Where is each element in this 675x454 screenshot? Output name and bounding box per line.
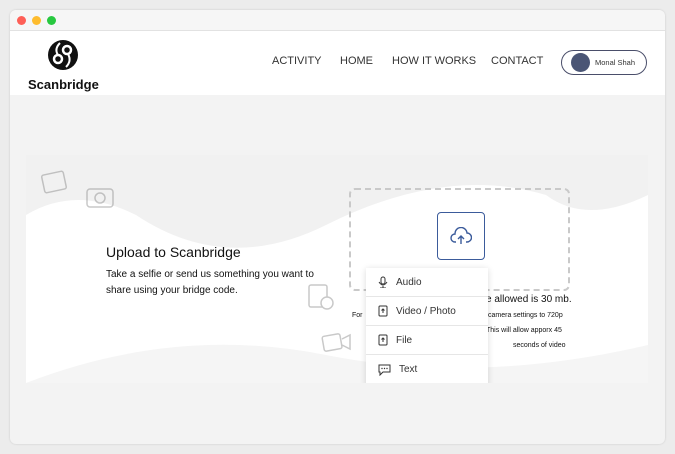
info-line-2: camera settings to 720p <box>488 312 563 319</box>
nav-how-it-works[interactable]: HOW IT WORKS <box>392 55 476 67</box>
video-camera-icon <box>321 333 351 352</box>
nav-contact[interactable]: CONTACT <box>491 55 543 67</box>
menu-item-audio[interactable]: Audio <box>366 268 488 297</box>
upload-card: Upload to Scanbridge Take a selfie or se… <box>26 155 648 383</box>
user-name: Monal Shah <box>595 58 636 67</box>
upload-button[interactable] <box>437 212 485 260</box>
camera-icon <box>86 188 114 208</box>
image-icon <box>40 170 68 194</box>
menu-item-label: File <box>396 334 413 346</box>
page-title: Upload to Scanbridge <box>106 244 241 260</box>
nav-activity[interactable]: ACTIVITY <box>272 55 322 67</box>
menu-item-video-photo[interactable]: Video / Photo <box>366 297 488 326</box>
upload-file-icon <box>378 305 388 317</box>
title-bar <box>10 10 665 31</box>
chat-icon <box>378 364 391 376</box>
browser-window: Scanbridge ACTIVITY HOME HOW IT WORKS CO… <box>10 10 665 444</box>
logo-text: Scanbridge <box>28 77 99 92</box>
menu-item-label: Text <box>399 364 418 375</box>
menu-item-label: Video / Photo <box>396 305 456 317</box>
close-button[interactable] <box>17 16 26 25</box>
menu-item-text[interactable]: Text <box>366 355 488 383</box>
info-prefix: For <box>352 312 363 319</box>
menu-item-label: Audio <box>396 276 422 288</box>
avatar <box>571 53 590 72</box>
upload-file-icon <box>378 334 388 346</box>
info-line-4: seconds of video <box>513 342 566 349</box>
info-line-3: This will allow apporx 45 <box>486 327 562 334</box>
logo[interactable]: Scanbridge <box>28 39 99 92</box>
header: Scanbridge ACTIVITY HOME HOW IT WORKS CO… <box>10 31 665 95</box>
user-menu-button[interactable]: Monal Shah <box>561 50 647 75</box>
upload-type-menu: Audio Video / Photo File Text <box>366 268 488 383</box>
cloud-upload-icon <box>450 227 472 244</box>
menu-item-file[interactable]: File <box>366 326 488 355</box>
logo-icon <box>48 40 78 70</box>
minimize-button[interactable] <box>32 16 41 25</box>
size-limit-text: e allowed is 30 mb. <box>486 294 572 305</box>
maximize-button[interactable] <box>47 16 56 25</box>
page-description: Take a selfie or send us something you w… <box>106 269 314 296</box>
microphone-icon <box>378 276 388 288</box>
nav-home[interactable]: HOME <box>340 55 373 67</box>
